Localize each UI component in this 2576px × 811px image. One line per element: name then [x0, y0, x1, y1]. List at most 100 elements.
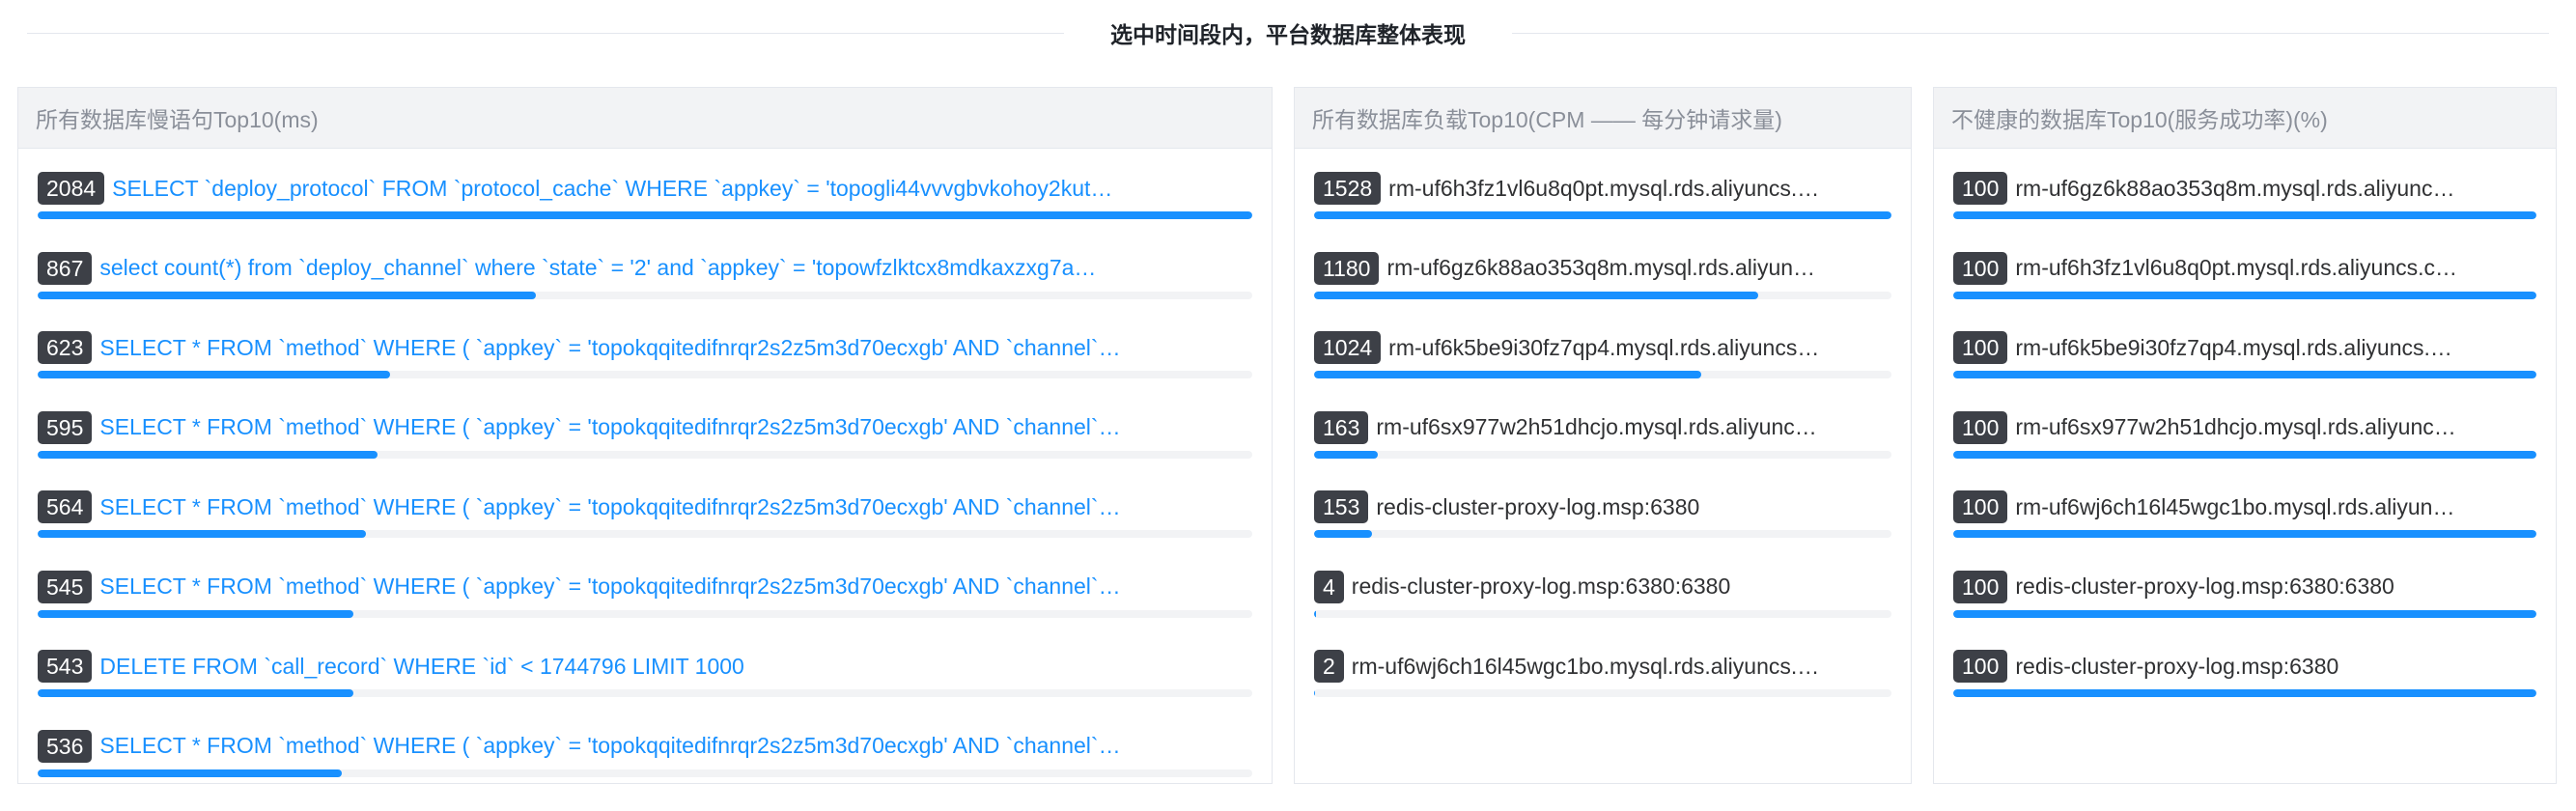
db-instance-name: rm-uf6k5be9i30fz7qp4.mysql.rds.aliyuncs.… — [2015, 334, 2452, 360]
db-instance-name: redis-cluster-proxy-log.msp:6380:6380 — [2015, 573, 2394, 599]
db-instance-name: rm-uf6sx977w2h51dhcjo.mysql.rds.aliyunc… — [1376, 414, 1817, 439]
unhealthy-db-panel: 不健康的数据库Top10(服务成功率)(%) 100 rm-uf6gz6k88ao… — [1933, 87, 2557, 784]
sql-statement-link[interactable]: SELECT `deploy_protocol` FROM `protocol_… — [112, 176, 1252, 202]
progress-track — [38, 371, 1252, 378]
value-badge: 100 — [1953, 410, 2008, 444]
progress-track — [1953, 609, 2536, 618]
progress-track — [38, 609, 1252, 618]
progress-track — [1314, 450, 1891, 459]
db-instance-name: rm-uf6k5be9i30fz7qp4.mysql.rds.aliyuncs… — [1388, 334, 1820, 360]
sql-statement-link[interactable]: SELECT * FROM `method` WHERE ( `appkey` … — [99, 494, 1252, 520]
section-header: 选中时间段内，平台数据库整体表现 — [0, 0, 2576, 66]
progress-track — [38, 689, 1252, 697]
value-badge: 564 — [38, 490, 93, 523]
value-badge: 543 — [38, 650, 93, 683]
value-badge: 163 — [1314, 410, 1369, 444]
list-item-line: 1180 rm-uf6gz6k88ao353q8m.mysql.rds.aliyu… — [1314, 251, 1891, 286]
progress-fill — [1953, 609, 2536, 618]
list-item-line: 595 SELECT * FROM `method` WHERE ( `appke… — [38, 410, 1252, 445]
divider-left — [27, 32, 1064, 34]
value-badge: 100 — [1953, 251, 2008, 285]
value-badge: 153 — [1314, 490, 1369, 523]
value-badge: 623 — [38, 331, 93, 364]
progress-track — [38, 769, 1252, 777]
value-badge: 2084 — [38, 172, 105, 205]
progress-fill — [38, 769, 342, 777]
list-item[interactable]: 543 DELETE FROM `call_record` WHERE `id` … — [38, 649, 1252, 728]
list-item-line: 100 rm-uf6wj6ch16l45wgc1bo.mysql.rds.aliy… — [1953, 489, 2536, 524]
list-item: 100 rm-uf6gz6k88ao353q8m.mysql.rds.aliyun… — [1953, 171, 2536, 250]
value-badge: 595 — [38, 410, 93, 444]
list-item: 1528 rm-uf6h3fz1vl6u8q0pt.mysql.rds.aliyu… — [1314, 171, 1891, 250]
progress-track — [1953, 371, 2536, 378]
sql-statement-link[interactable]: DELETE FROM `call_record` WHERE `id` < 1… — [99, 654, 1252, 680]
list-item: 100 rm-uf6k5be9i30fz7qp4.mysql.rds.aliyun… — [1953, 330, 2536, 409]
progress-track — [1953, 450, 2536, 459]
db-instance-name: rm-uf6wj6ch16l45wgc1bo.mysql.rds.aliyun… — [2015, 493, 2455, 519]
value-badge: 100 — [1953, 570, 2008, 603]
progress-fill — [1953, 371, 2536, 378]
progress-fill — [38, 689, 354, 697]
progress-track — [1314, 689, 1891, 697]
sql-statement-link[interactable]: SELECT * FROM `method` WHERE ( `appkey` … — [99, 335, 1252, 361]
list-item: 100 rm-uf6sx977w2h51dhcjo.mysql.rds.aliyu… — [1953, 410, 2536, 489]
list-item: 153 redis-cluster-proxy-log.msp:6380 — [1314, 489, 1891, 569]
list-item: 100 rm-uf6wj6ch16l45wgc1bo.mysql.rds.aliy… — [1953, 489, 2536, 569]
list-item[interactable]: 545 SELECT * FROM `method` WHERE ( `appke… — [38, 570, 1252, 649]
list-item: 1024 rm-uf6k5be9i30fz7qp4.mysql.rds.aliyu… — [1314, 330, 1891, 409]
list-item-line: 1024 rm-uf6k5be9i30fz7qp4.mysql.rds.aliyu… — [1314, 330, 1891, 365]
value-badge: 4 — [1314, 570, 1344, 603]
db-instance-name: rm-uf6gz6k88ao353q8m.mysql.rds.aliyunc… — [2015, 175, 2455, 201]
list-item[interactable]: 595 SELECT * FROM `method` WHERE ( `appke… — [38, 410, 1252, 489]
progress-fill — [1953, 689, 2536, 697]
list-item-line: 153 redis-cluster-proxy-log.msp:6380 — [1314, 489, 1891, 524]
list-item-line: 100 rm-uf6h3fz1vl6u8q0pt.mysql.rds.aliyun… — [1953, 251, 2536, 286]
sql-statement-link[interactable]: SELECT * FROM `method` WHERE ( `appkey` … — [99, 573, 1252, 600]
list-item: 4 redis-cluster-proxy-log.msp:6380:6380 — [1314, 570, 1891, 649]
progress-fill — [1314, 609, 1316, 618]
progress-fill — [38, 450, 378, 459]
value-badge: 1024 — [1314, 331, 1382, 364]
progress-track — [1314, 291, 1891, 299]
panel-title: 所有数据库慢语句Top10(ms) — [18, 88, 1272, 149]
list-item[interactable]: 867 select count(*) from `deploy_channel`… — [38, 251, 1252, 330]
sql-statement-link[interactable]: SELECT * FROM `method` WHERE ( `appkey` … — [99, 414, 1252, 440]
list-item[interactable]: 536 SELECT * FROM `method` WHERE ( `appke… — [38, 729, 1252, 784]
list-item-line: 100 rm-uf6sx977w2h51dhcjo.mysql.rds.aliyu… — [1953, 410, 2536, 445]
list-item: 100 redis-cluster-proxy-log.msp:6380 — [1953, 649, 2536, 728]
progress-fill — [1953, 291, 2536, 299]
progress-track — [38, 211, 1252, 219]
list-item[interactable]: 2084 SELECT `deploy_protocol` FROM `proto… — [38, 171, 1252, 250]
list-item-line: 4 redis-cluster-proxy-log.msp:6380:6380 — [1314, 570, 1891, 604]
value-badge: 867 — [38, 251, 93, 285]
progress-fill — [38, 211, 1252, 219]
list-item[interactable]: 623 SELECT * FROM `method` WHERE ( `appke… — [38, 330, 1252, 409]
sql-statement-link[interactable]: SELECT * FROM `method` WHERE ( `appkey` … — [99, 733, 1252, 759]
list-item-line: 100 redis-cluster-proxy-log.msp:6380 — [1953, 649, 2536, 684]
list-item: 100 rm-uf6h3fz1vl6u8q0pt.mysql.rds.aliyun… — [1953, 251, 2536, 330]
progress-track — [1314, 211, 1891, 219]
db-instance-name: redis-cluster-proxy-log.msp:6380 — [2015, 653, 2339, 679]
progress-fill — [1314, 689, 1315, 697]
sql-statement-link[interactable]: select count(*) from `deploy_channel` wh… — [99, 255, 1252, 281]
progress-fill — [38, 371, 390, 378]
progress-fill — [1314, 291, 1759, 299]
panel-title: 所有数据库负载Top10(CPM —— 每分钟请求量) — [1295, 88, 1911, 149]
list-item[interactable]: 564 SELECT * FROM `method` WHERE ( `appke… — [38, 489, 1252, 569]
list-item-line: 545 SELECT * FROM `method` WHERE ( `appke… — [38, 570, 1252, 604]
db-instance-name: rm-uf6wj6ch16l45wgc1bo.mysql.rds.aliyunc… — [1351, 653, 1820, 679]
section-title: 选中时间段内，平台数据库整体表现 — [1110, 22, 1466, 47]
list-item-line: 100 rm-uf6k5be9i30fz7qp4.mysql.rds.aliyun… — [1953, 330, 2536, 365]
progress-track — [1953, 530, 2536, 538]
value-badge: 545 — [38, 570, 93, 603]
value-badge: 536 — [38, 729, 93, 763]
db-instance-name: rm-uf6sx977w2h51dhcjo.mysql.rds.aliyunc… — [2015, 414, 2456, 439]
list-item-line: 623 SELECT * FROM `method` WHERE ( `appke… — [38, 330, 1252, 365]
value-badge: 1528 — [1314, 172, 1382, 205]
value-badge: 100 — [1953, 490, 2008, 523]
list-item-line: 2084 SELECT `deploy_protocol` FROM `proto… — [38, 171, 1252, 206]
panel-title: 不健康的数据库Top10(服务成功率)(%) — [1934, 88, 2556, 149]
list-item-line: 867 select count(*) from `deploy_channel`… — [38, 251, 1252, 286]
progress-fill — [38, 609, 354, 618]
list-item-line: 536 SELECT * FROM `method` WHERE ( `appke… — [38, 729, 1252, 764]
